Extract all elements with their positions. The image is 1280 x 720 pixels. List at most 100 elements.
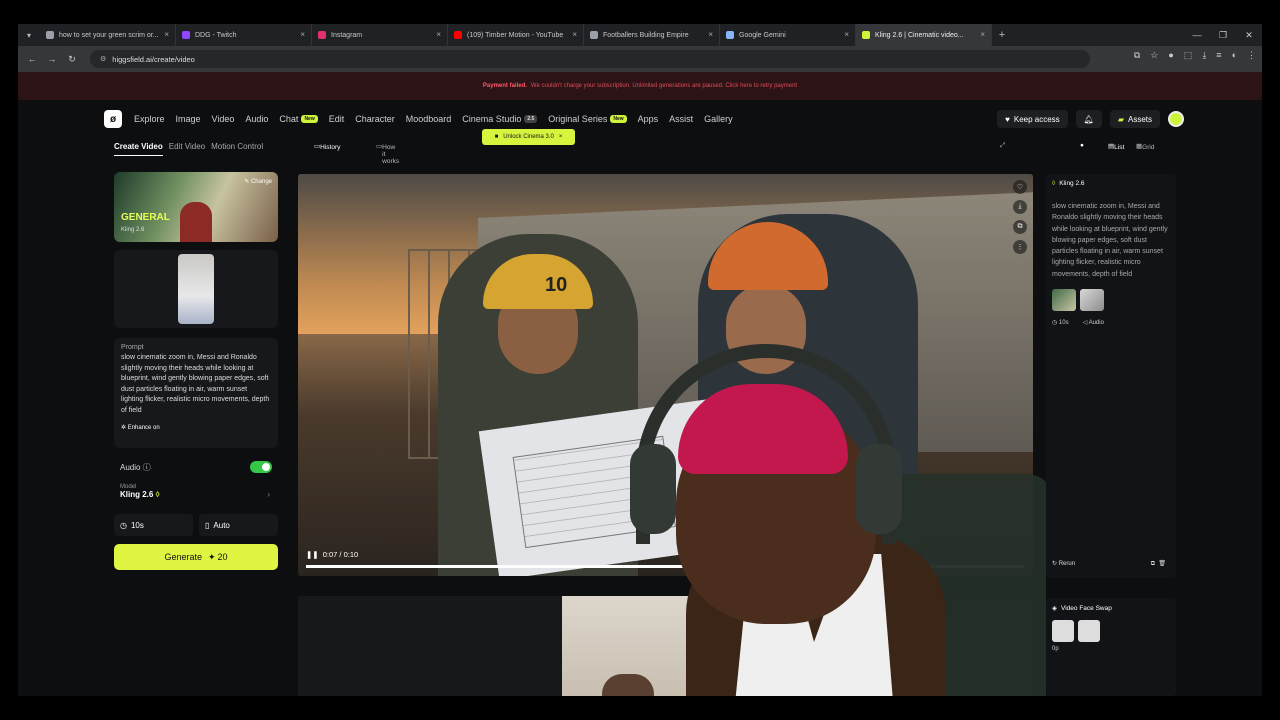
media-icon[interactable]: ≡	[1216, 50, 1221, 61]
notifications-button[interactable]: 🔔︎	[1075, 110, 1102, 128]
nav-apps[interactable]: Apps	[638, 114, 659, 124]
pause-icon[interactable]: ❚❚	[306, 550, 319, 559]
copy-icon[interactable]: ⧉	[1151, 561, 1155, 567]
aspect-select[interactable]: ▯ Auto	[199, 514, 278, 536]
face-thumbnail[interactable]	[1052, 620, 1074, 642]
nav-original-series[interactable]: Original Series New	[548, 114, 627, 124]
details-references	[1052, 289, 1170, 311]
minimize-icon[interactable]: —	[1184, 24, 1210, 46]
slider-handle[interactable]: ●	[1080, 142, 1084, 149]
aspect-value: Auto	[213, 520, 230, 530]
close-tab-icon[interactable]: ×	[436, 30, 441, 39]
download-icon[interactable]: ⤓	[1202, 50, 1206, 61]
close-window-icon[interactable]: ✕	[1236, 24, 1262, 46]
rerun-button[interactable]: ↻ Rerun	[1052, 560, 1075, 568]
nav-audio[interactable]: Audio	[245, 114, 268, 124]
like-icon[interactable]: ♡	[1013, 180, 1027, 194]
model-selector[interactable]: Model Kling 2.6 ◊ ›	[114, 482, 278, 508]
tab-search-icon[interactable]: ▾	[18, 24, 40, 46]
reference-image-thumbnail[interactable]	[178, 254, 214, 324]
generate-button[interactable]: Generate ✦ 20	[114, 544, 278, 570]
enhance-toggle[interactable]: ✲ Enhance on	[121, 424, 271, 431]
site-info-icon[interactable]: ⚙	[100, 55, 106, 63]
bookmark-star-icon[interactable]: ☆	[1150, 50, 1158, 61]
close-tab-icon[interactable]: ×	[844, 30, 849, 39]
browser-tab[interactable]: Google Gemini ×	[720, 24, 856, 46]
close-tab-icon[interactable]: ×	[164, 30, 169, 39]
reference-thumbnail[interactable]	[1052, 289, 1076, 311]
higgsfield-logo[interactable]: ø	[104, 110, 122, 128]
nav-gallery[interactable]: Gallery	[704, 114, 733, 124]
model-card[interactable]: ✎ Change GENERAL Kling 2.6	[114, 172, 278, 242]
nav-explore[interactable]: Explore	[134, 114, 165, 124]
audio-toggle[interactable]	[250, 461, 272, 473]
list-view-toggle[interactable]: ▤ List	[1108, 142, 1124, 151]
new-badge: New	[301, 115, 318, 123]
tab-title: Google Gemini	[739, 31, 786, 39]
nav-cinema-studio[interactable]: Cinema Studio 2.5	[462, 114, 538, 124]
nav-assist[interactable]: Assist	[669, 114, 693, 124]
browser-tab[interactable]: Kling 2.6 | Cinematic video... ×	[856, 24, 992, 46]
browser-tab[interactable]: how to set your green scrim or... ×	[40, 24, 176, 46]
assets-button[interactable]: ▰ Assets	[1109, 110, 1160, 128]
duration-select[interactable]: ◷ 10s	[114, 514, 193, 536]
install-icon[interactable]: ⧉	[1134, 50, 1140, 61]
more-icon[interactable]: ⋮	[1013, 240, 1027, 254]
browser-tab[interactable]: Instagram ×	[312, 24, 448, 46]
menu-icon[interactable]: ⋮	[1247, 50, 1256, 61]
browser-tab[interactable]: Footballers Building Empire ×	[584, 24, 720, 46]
reference-image-box[interactable]	[114, 250, 278, 328]
nav-character[interactable]: Character	[355, 114, 395, 124]
close-tab-icon[interactable]: ×	[572, 30, 577, 39]
new-tab-button[interactable]: +	[992, 29, 1012, 41]
forward-icon[interactable]: →	[42, 54, 62, 64]
nav-image[interactable]: Image	[176, 114, 201, 124]
info-icon[interactable]: ⓘ	[143, 463, 151, 472]
duration-value: 10s	[130, 520, 144, 530]
download-icon[interactable]: ⤓	[1013, 200, 1027, 214]
history-tab[interactable]: ▭ History	[314, 142, 340, 151]
close-tab-icon[interactable]: ×	[980, 30, 985, 39]
user-avatar[interactable]	[1168, 111, 1184, 127]
how-it-works-tab[interactable]: ▭ How it works	[376, 142, 399, 165]
nav-chat[interactable]: Chat New	[279, 114, 318, 124]
keep-access-button[interactable]: ♥ Keep access	[997, 110, 1068, 128]
trash-icon[interactable]: 🗑︎	[1158, 561, 1166, 567]
prompt-field[interactable]: Prompt slow cinematic zoom in, Messi and…	[114, 338, 278, 448]
model-value: Kling 2.6	[120, 490, 154, 499]
webcam-headset-ear-left	[630, 444, 676, 534]
restore-icon[interactable]: ❐	[1210, 24, 1236, 46]
url-input[interactable]: ⚙ higgsfield.ai/create/video	[90, 50, 1090, 68]
nav-label: Image	[175, 114, 201, 124]
tab-favicon-icon	[590, 31, 598, 39]
extensions-icon[interactable]: ⬚	[1184, 50, 1193, 61]
grid-view-toggle[interactable]: ▦ Grid	[1136, 142, 1154, 151]
app-nav: ø Explore Image Video Audio Chat New Edit…	[104, 108, 1184, 130]
prompt-label: Prompt	[121, 344, 144, 351]
tab-motion-control[interactable]: Motion Control	[211, 142, 263, 156]
assets-label: Assets	[1127, 114, 1152, 124]
tab-edit-video[interactable]: Edit Video	[169, 142, 205, 156]
change-model-button[interactable]: ✎ Change	[244, 178, 272, 185]
nav-edit[interactable]: Edit	[329, 114, 345, 124]
account-icon[interactable]: ◐	[1232, 50, 1237, 61]
browser-tab[interactable]: (109) Timber Motion - YouTube ×	[448, 24, 584, 46]
nav-label: Assist	[669, 114, 694, 124]
nav-video[interactable]: Video	[212, 114, 235, 124]
nav-right: ♥ Keep access 🔔︎ ▰ Assets	[997, 108, 1184, 130]
face-thumbnail[interactable]	[1078, 620, 1100, 642]
tab-create-video[interactable]: Create Video	[114, 142, 163, 156]
details-meta: ◷ 10s ◁ Audio	[1052, 319, 1170, 326]
expand-icon[interactable]: ⤢	[1000, 142, 1005, 150]
close-tab-icon[interactable]: ×	[708, 30, 713, 39]
reload-icon[interactable]: ↻	[62, 54, 82, 65]
profile-icon[interactable]: ●	[1168, 50, 1173, 61]
payment-failed-banner[interactable]: Payment failed. We couldn't charge your …	[18, 72, 1262, 100]
copy-icon[interactable]: ⧉	[1013, 220, 1027, 234]
back-icon[interactable]: ←	[22, 54, 42, 64]
reference-thumbnail[interactable]	[1080, 289, 1104, 311]
nav-moodboard[interactable]: Moodboard	[406, 114, 452, 124]
close-tab-icon[interactable]: ×	[300, 30, 305, 39]
browser-tab[interactable]: DDG - Twitch ×	[176, 24, 312, 46]
prompt-text[interactable]: slow cinematic zoom in, Messi and Ronald…	[121, 353, 271, 416]
